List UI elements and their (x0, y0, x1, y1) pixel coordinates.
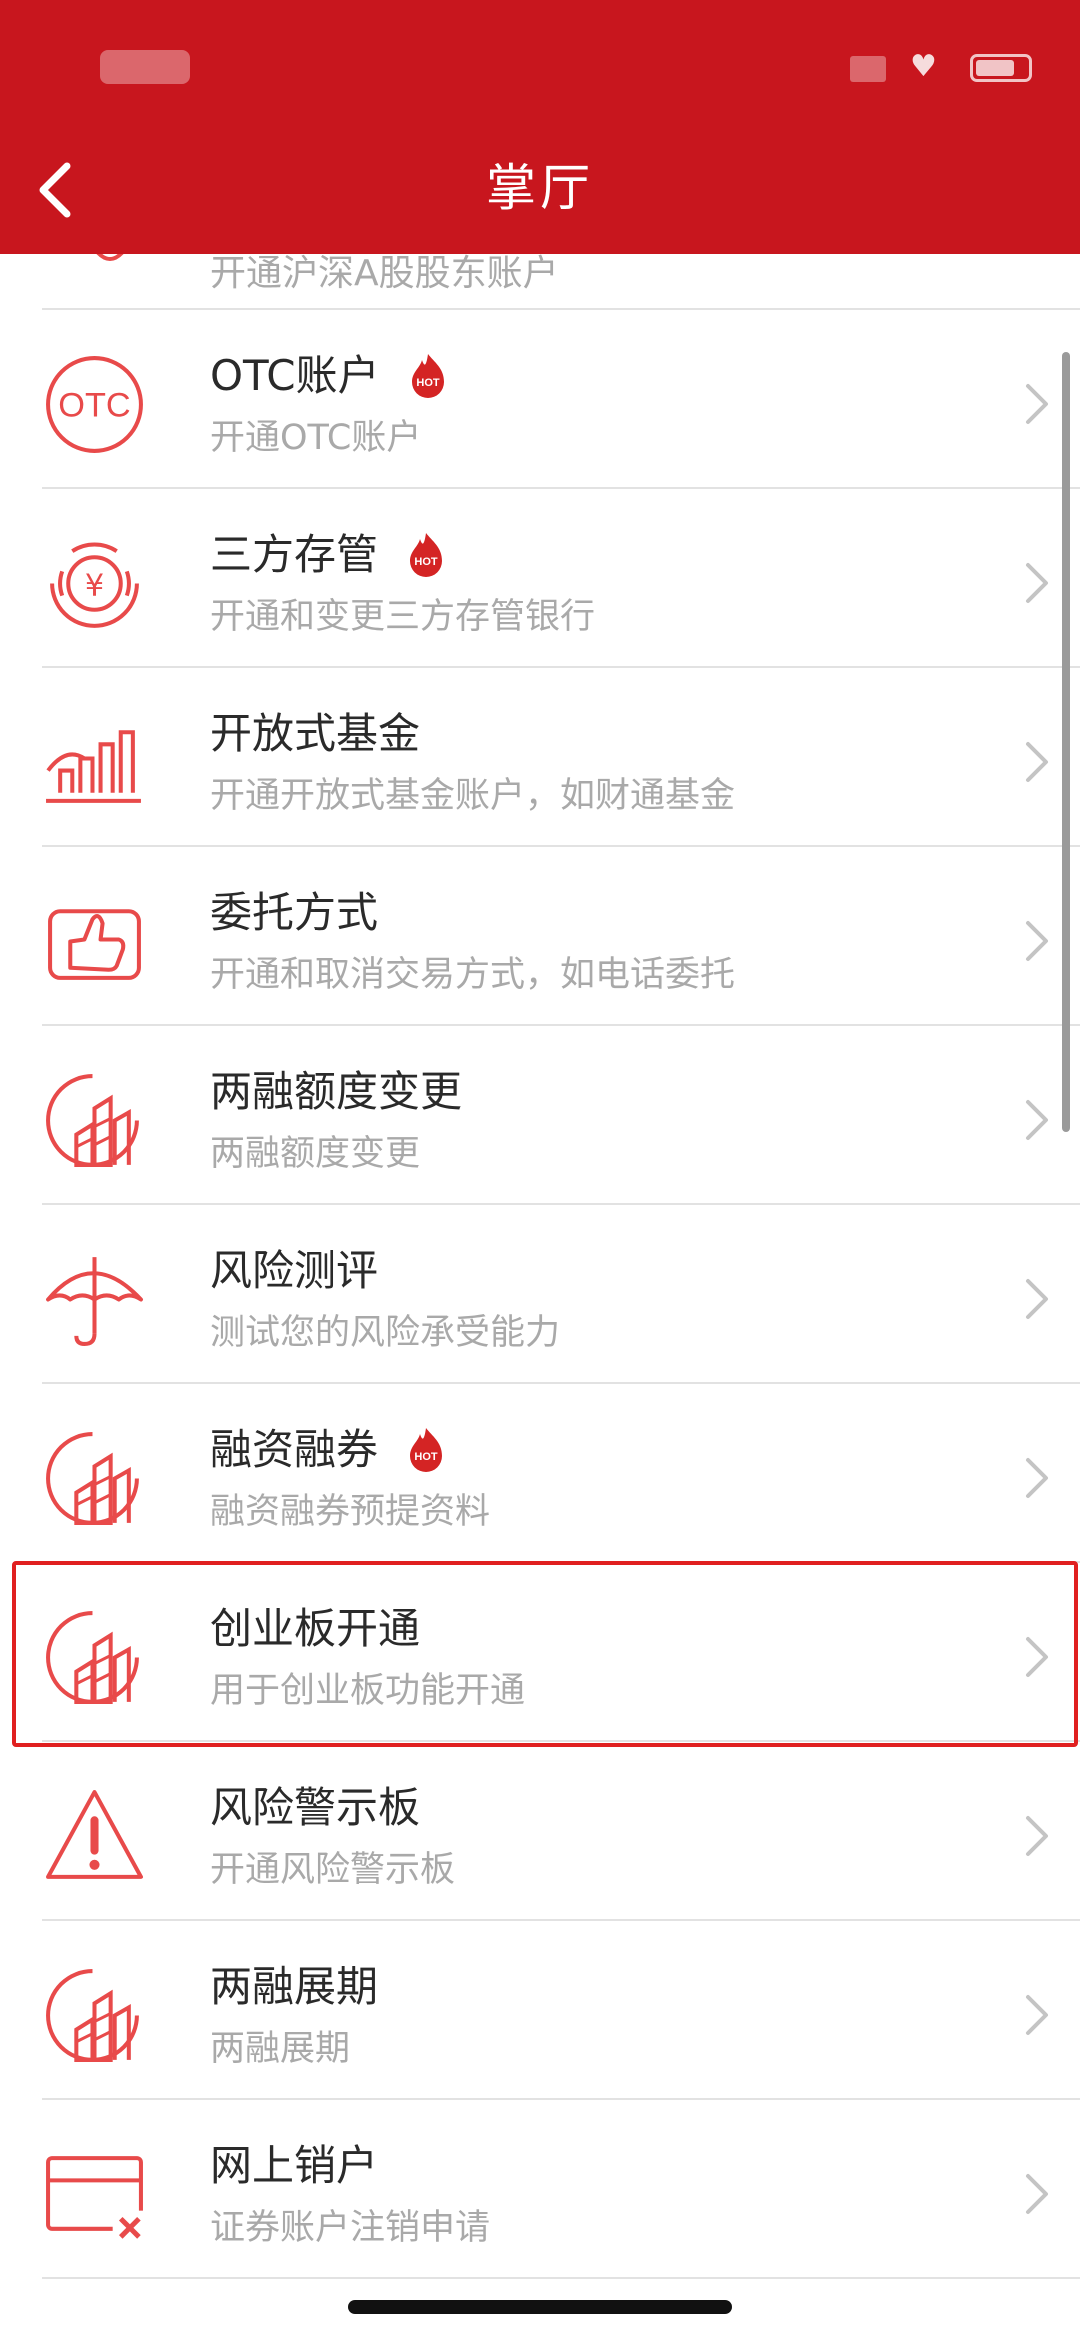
list-item-title: 开放式基金 (210, 709, 421, 758)
yen-icon: ¥ (50, 542, 139, 628)
list-item-subtitle: 融资融券预提资料 (210, 1492, 491, 1532)
list-item[interactable]: 创业板开通 用于创业板功能开通 (0, 1563, 1080, 1742)
building-chart-icon (46, 1611, 139, 1704)
list-item[interactable]: 两融展期 两融展期 (0, 1921, 1080, 2100)
list-item-title-wrap: 风险警示板 (210, 1780, 420, 1836)
chevron-right-icon (1026, 1100, 1048, 1140)
chevron-right-icon (1026, 1637, 1048, 1677)
building-chart-icon (46, 1074, 139, 1167)
chevron-right-icon (1026, 2174, 1048, 2214)
list-item-title: 创业板开通 (210, 1604, 421, 1653)
list-item-subtitle: 开通和变更三方存管银行 (210, 597, 596, 637)
partial-subtitle: 开通沪深A股股东账户 (210, 253, 559, 294)
list-item-subtitle: 用于创业板功能开通 (210, 1671, 526, 1711)
umbrella-icon (46, 1257, 143, 1346)
list-item-subtitle: 开通OTC账户 (210, 418, 422, 458)
list-item-subtitle: 开通和取消交易方式，如电话委托 (210, 955, 736, 995)
svg-text:¥: ¥ (85, 569, 104, 604)
chevron-right-icon (1026, 1816, 1048, 1856)
list-item-title: 风险测评 (210, 1246, 379, 1295)
list-item-subtitle: 证券账户注销申请 (210, 2208, 491, 2248)
chevron-right-icon (1026, 1279, 1048, 1319)
list-item-title-wrap: OTC账户 HOT (210, 348, 452, 404)
divider (42, 2277, 1080, 2279)
list-item-title: 风险警示板 (210, 1783, 421, 1832)
chevron-right-icon (1026, 1995, 1048, 2035)
cancel-card-icon (46, 2156, 147, 2245)
list-item-title: 网上销户 (210, 2141, 379, 2190)
home-indicator[interactable] (348, 2300, 732, 2314)
otc-icon: OTC (46, 356, 143, 453)
list-item-subtitle: 开通风险警示板 (210, 1850, 456, 1890)
scrollbar[interactable] (1062, 352, 1070, 1132)
list-item[interactable]: 开放式基金 开通开放式基金账户，如财通基金 (0, 668, 1080, 847)
building-chart-icon (46, 1432, 139, 1525)
list-item[interactable]: 风险测评 测试您的风险承受能力 (0, 1205, 1080, 1384)
list-item-subtitle: 两融展期 (210, 2029, 351, 2069)
list-item-title-wrap: 融资融券 HOT (210, 1422, 450, 1478)
warning-icon (46, 1790, 143, 1879)
list-item-title-wrap: 风险测评 (210, 1243, 378, 1299)
hot-badge-icon: HOT (410, 1428, 443, 1472)
list-item[interactable]: 风险警示板 开通风险警示板 (0, 1742, 1080, 1921)
list-item[interactable]: OTC OTC账户 HOT 开通OTC账户 (0, 310, 1080, 489)
bar-chart-icon (46, 730, 141, 803)
list-item-title: 两融展期 (210, 1962, 379, 2011)
hot-badge-icon: HOT (411, 354, 444, 398)
list-item-title-wrap: 三方存管 HOT (210, 527, 450, 583)
chevron-right-icon (1026, 563, 1048, 603)
wifi-icon: ♥ (910, 49, 937, 84)
list-item-title: 两融额度变更 (210, 1067, 463, 1116)
list-item[interactable]: 融资融券 HOT 融资融券预提资料 (0, 1384, 1080, 1563)
chevron-right-icon (1026, 742, 1048, 782)
building-chart-icon (46, 1969, 139, 2062)
app-header: ♥ 掌厅 (0, 0, 1080, 254)
list-item-subtitle: 开通开放式基金账户，如财通基金 (210, 776, 736, 816)
list-item-title-wrap: 创业板开通 (210, 1601, 420, 1657)
list-item-title-wrap: 两融展期 (210, 1959, 378, 2015)
svg-text:HOT: HOT (414, 556, 438, 568)
chevron-right-icon (1026, 384, 1048, 424)
list-item-title: 融资融券 (210, 1425, 379, 1474)
hot-badge-icon: HOT (410, 533, 443, 577)
chevron-right-icon (1026, 1458, 1048, 1498)
list-item-title-wrap: 网上销户 (210, 2138, 378, 2194)
list-item-title-wrap: 开放式基金 (210, 706, 420, 762)
list-item[interactable]: 两融额度变更 两融额度变更 (0, 1026, 1080, 1205)
list-item[interactable]: 网上销户 证券账户注销申请 (0, 2100, 1080, 2279)
svg-text:OTC: OTC (58, 387, 130, 425)
signal-icon (850, 56, 886, 82)
list-item-title-wrap: 委托方式 (210, 885, 378, 941)
list-item-subtitle: 测试您的风险承受能力 (210, 1313, 561, 1353)
list-item-subtitle: 两融额度变更 (210, 1134, 421, 1174)
list-item-title: OTC账户 (210, 351, 380, 400)
svg-text:HOT: HOT (416, 377, 440, 389)
list-item[interactable]: 委托方式 开通和取消交易方式，如电话委托 (0, 847, 1080, 1026)
thumbs-up-icon (48, 909, 141, 980)
list-item[interactable]: ¥ 三方存管 HOT 开通和变更三方存管银行 (0, 489, 1080, 668)
status-bar-time (100, 50, 190, 84)
battery-icon (970, 54, 1032, 82)
list-item-partial[interactable]: 开通沪深A股股东账户 (0, 248, 1080, 310)
list-item-title: 委托方式 (210, 888, 379, 937)
svg-text:HOT: HOT (414, 1451, 438, 1463)
list-item-title: 三方存管 (210, 530, 379, 579)
page-title: 掌厅 (486, 159, 594, 217)
list-item-title-wrap: 两融额度变更 (210, 1064, 462, 1120)
status-bar-indicators: ♥ (850, 50, 1045, 84)
chevron-right-icon (1026, 921, 1048, 961)
